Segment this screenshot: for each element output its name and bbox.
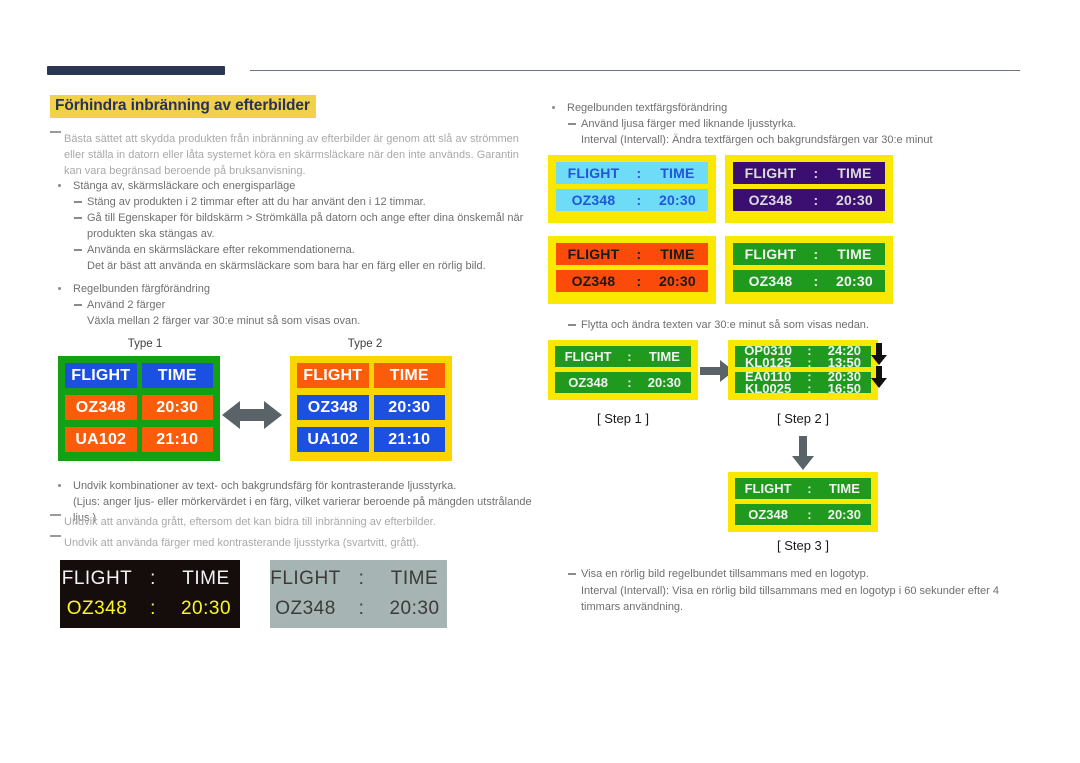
double-arrow-icon xyxy=(222,398,282,432)
left-sub-screensaver: Använda en skärmsläckare efter rekommend… xyxy=(74,242,524,258)
right-sub-moving-image-logo: Visa en rörlig bild regelbundet tillsamm… xyxy=(568,566,1028,582)
left-sub-two-colors-cont: Växla mellan 2 färger var 30:e minut så … xyxy=(87,315,361,327)
arrow-down-icon xyxy=(792,436,814,470)
right-sub-move-text: Flytta och ändra texten var 30:e minut s… xyxy=(568,317,1028,333)
step2-line1-bottom: KL0125 : 13:50 xyxy=(744,355,861,367)
left-bullet-color-change: Regelbunden färgförändring xyxy=(58,281,523,297)
purple-panel-row-header: FLIGHT : TIME xyxy=(733,162,885,184)
green-panel-row-header: FLIGHT : TIME xyxy=(733,243,885,265)
color-panel-orange: FLIGHT : TIME OZ348 : 20:30 xyxy=(548,236,716,304)
board2-row1-time: 20:30 xyxy=(373,395,445,420)
board2-row1-flight: OZ348 xyxy=(297,395,369,420)
flight-board-type2: FLIGHT TIME OZ348 20:30 UA102 21:10 xyxy=(290,356,452,461)
left-sub-poweroff-2h: Stäng av produkten i 2 timmar efter att … xyxy=(74,194,524,210)
purple-panel-row-data: OZ348 : 20:30 xyxy=(733,189,885,211)
orange-panel-row-header: FLIGHT : TIME xyxy=(556,243,708,265)
step3-row-header: FLIGHT : TIME xyxy=(735,478,871,499)
flight-board-type1: FLIGHT TIME OZ348 20:30 UA102 21:10 xyxy=(58,356,220,461)
gray-panel-row-data: OZ348 : 20:30 xyxy=(275,598,440,619)
right-sub-moving-image-logo-cont: Interval (Intervall): Visa en rörlig bil… xyxy=(581,585,999,613)
step1-row-data: OZ348 : 20:30 xyxy=(555,372,691,393)
board1-row1-time: 20:30 xyxy=(141,395,213,420)
bullet-dot-icon xyxy=(58,484,61,487)
board2-header-flight: FLIGHT xyxy=(297,363,369,388)
left-sub-screensaver-cont: Det är bäst att använda en skärmsläckare… xyxy=(87,260,486,272)
cyan-panel-row-header: FLIGHT : TIME xyxy=(556,162,708,184)
dash-icon xyxy=(74,304,82,306)
step2-row-scroll-bottom: EA0110 : 20:30 KL0025 : 16:50 xyxy=(735,372,871,393)
contrast-panel-black: FLIGHT : TIME OZ348 : 20:30 xyxy=(60,560,240,628)
left-sub-display-props: Gå till Egenskaper för bildskärm > Ström… xyxy=(74,210,524,242)
green-panel-row-data: OZ348 : 20:30 xyxy=(733,270,885,292)
step2-line2-bottom: KL0025 : 16:50 xyxy=(744,381,861,393)
right-sub-bright-colors: Använd ljusa färger med liknande ljussty… xyxy=(568,116,1028,132)
em-dash-icon xyxy=(50,535,61,537)
step2-row-scroll-top: OP0310 : 24:20 KL0125 : 13:50 xyxy=(735,346,871,367)
board1-row1-flight: OZ348 xyxy=(65,395,137,420)
header-rule-line xyxy=(250,70,1020,71)
step3-label: [ Step 3 ] xyxy=(776,538,830,553)
board2-row2-flight: UA102 xyxy=(297,427,369,452)
page-title: Förhindra inbränning av efterbilder xyxy=(50,95,316,118)
left-intro-note: Bästa sättet att skydda produkten från i… xyxy=(50,131,520,179)
dash-icon xyxy=(74,217,82,219)
cyan-panel-row-data: OZ348 : 20:30 xyxy=(556,189,708,211)
board2-header-time: TIME xyxy=(373,363,445,388)
board1-header-flight: FLIGHT xyxy=(65,363,137,388)
right-sub-bright-colors-cont: Interval (Intervall): Ändra textfärgen o… xyxy=(581,134,933,146)
color-panel-green: FLIGHT : TIME OZ348 : 20:30 xyxy=(725,236,893,304)
bullet-dot-icon xyxy=(552,106,555,109)
bullet-dot-icon xyxy=(58,287,61,290)
manual-page: Förhindra inbränning av efterbilder Bäst… xyxy=(0,0,1080,763)
step1-row-header: FLIGHT : TIME xyxy=(555,346,691,367)
step2-panel: OP0310 : 24:20 KL0125 : 13:50 EA0110 : 2… xyxy=(728,340,878,400)
contrast-panel-gray: FLIGHT : TIME OZ348 : 20:30 xyxy=(270,560,447,628)
board1-row2-flight: UA102 xyxy=(65,427,137,452)
left-bullet-poweroff: Stänga av, skärmsläckare och energisparl… xyxy=(58,178,523,194)
bullet-dot-icon xyxy=(58,184,61,187)
board2-row2-time: 21:10 xyxy=(373,427,445,452)
dash-icon xyxy=(568,123,576,125)
dash-icon xyxy=(568,573,576,575)
em-dash-icon xyxy=(50,514,61,516)
dash-icon xyxy=(568,324,576,326)
color-panel-purple: FLIGHT : TIME OZ348 : 20:30 xyxy=(725,155,893,223)
step3-row-data: OZ348 : 20:30 xyxy=(735,504,871,525)
black-panel-row-header: FLIGHT : TIME xyxy=(61,568,230,589)
arrow-down-icon xyxy=(871,343,887,365)
left-note-avoid-bw: Undvik att använda färger med kontraster… xyxy=(50,535,530,551)
right-bullet-textcolor-change: Regelbunden textfärgsförändring xyxy=(552,100,1022,116)
step1-label: [ Step 1 ] xyxy=(596,411,650,426)
board1-header-time: TIME xyxy=(141,363,213,388)
step1-panel: FLIGHT : TIME OZ348 : 20:30 xyxy=(548,340,698,400)
left-note-avoid-gray: Undvik att använda grått, eftersom det k… xyxy=(50,514,530,530)
left-sub-two-colors: Använd 2 färger xyxy=(74,297,524,313)
left-bullet-avoid-contrast: Undvik kombinationer av text- och bakgru… xyxy=(58,478,538,494)
arrow-down-icon xyxy=(871,366,887,388)
black-panel-row-data: OZ348 : 20:30 xyxy=(66,598,232,619)
type2-label: Type 2 xyxy=(347,338,383,350)
board1-row2-time: 21:10 xyxy=(141,427,213,452)
dash-icon xyxy=(74,201,82,203)
em-dash-icon xyxy=(50,131,61,133)
step3-panel: FLIGHT : TIME OZ348 : 20:30 xyxy=(728,472,878,532)
orange-panel-row-data: OZ348 : 20:30 xyxy=(556,270,708,292)
dash-icon xyxy=(74,249,82,251)
step2-label: [ Step 2 ] xyxy=(776,411,830,426)
gray-panel-row-header: FLIGHT : TIME xyxy=(270,568,439,589)
header-accent-bar xyxy=(47,66,225,75)
type1-label: Type 1 xyxy=(127,338,163,350)
color-panel-cyan: FLIGHT : TIME OZ348 : 20:30 xyxy=(548,155,716,223)
